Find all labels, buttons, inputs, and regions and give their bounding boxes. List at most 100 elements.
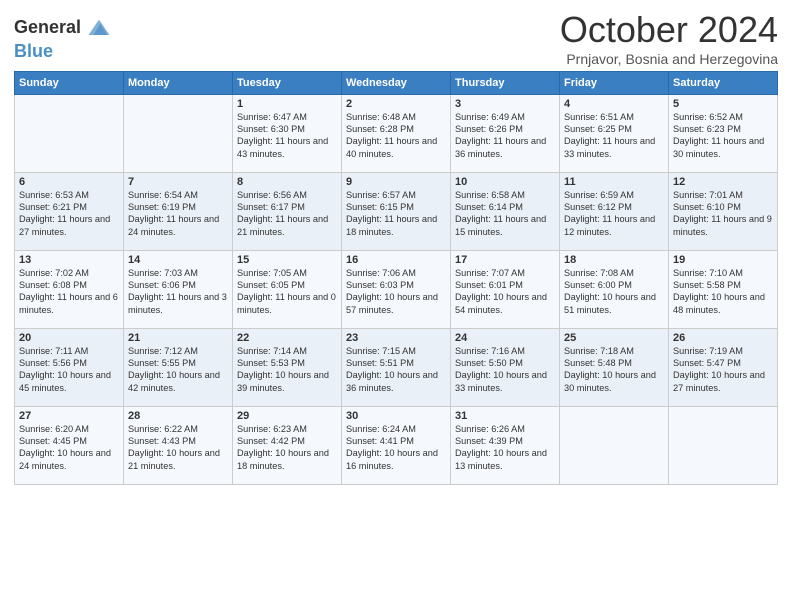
cell-info: Sunrise: 7:12 AMSunset: 5:55 PMDaylight:… bbox=[128, 345, 228, 395]
cell-info: Sunrise: 7:10 AMSunset: 5:58 PMDaylight:… bbox=[673, 267, 773, 317]
day-number: 8 bbox=[237, 176, 337, 188]
calendar-cell: 19Sunrise: 7:10 AMSunset: 5:58 PMDayligh… bbox=[669, 250, 778, 328]
cell-info: Sunrise: 6:52 AMSunset: 6:23 PMDaylight:… bbox=[673, 111, 773, 161]
calendar-cell: 12Sunrise: 7:01 AMSunset: 6:10 PMDayligh… bbox=[669, 172, 778, 250]
day-number: 3 bbox=[455, 98, 555, 110]
calendar-body: 1Sunrise: 6:47 AMSunset: 6:30 PMDaylight… bbox=[15, 94, 778, 484]
calendar-cell: 22Sunrise: 7:14 AMSunset: 5:53 PMDayligh… bbox=[233, 328, 342, 406]
cell-info: Sunrise: 7:11 AMSunset: 5:56 PMDaylight:… bbox=[19, 345, 119, 395]
day-number: 23 bbox=[346, 332, 446, 344]
cell-info: Sunrise: 6:20 AMSunset: 4:45 PMDaylight:… bbox=[19, 423, 119, 473]
calendar-cell: 29Sunrise: 6:23 AMSunset: 4:42 PMDayligh… bbox=[233, 406, 342, 484]
page-container: General Blue October 2024 Prnjavor, Bosn… bbox=[0, 0, 792, 495]
cell-info: Sunrise: 6:51 AMSunset: 6:25 PMDaylight:… bbox=[564, 111, 664, 161]
calendar-cell: 11Sunrise: 6:59 AMSunset: 6:12 PMDayligh… bbox=[560, 172, 669, 250]
day-number: 6 bbox=[19, 176, 119, 188]
col-thursday: Thursday bbox=[451, 71, 560, 94]
day-number: 17 bbox=[455, 254, 555, 266]
calendar-cell: 9Sunrise: 6:57 AMSunset: 6:15 PMDaylight… bbox=[342, 172, 451, 250]
cell-info: Sunrise: 6:22 AMSunset: 4:43 PMDaylight:… bbox=[128, 423, 228, 473]
calendar-cell bbox=[560, 406, 669, 484]
day-number: 11 bbox=[564, 176, 664, 188]
calendar-cell: 23Sunrise: 7:15 AMSunset: 5:51 PMDayligh… bbox=[342, 328, 451, 406]
day-number: 4 bbox=[564, 98, 664, 110]
calendar-cell: 6Sunrise: 6:53 AMSunset: 6:21 PMDaylight… bbox=[15, 172, 124, 250]
cell-info: Sunrise: 7:01 AMSunset: 6:10 PMDaylight:… bbox=[673, 189, 773, 239]
calendar-cell: 3Sunrise: 6:49 AMSunset: 6:26 PMDaylight… bbox=[451, 94, 560, 172]
calendar-cell: 16Sunrise: 7:06 AMSunset: 6:03 PMDayligh… bbox=[342, 250, 451, 328]
calendar-cell: 24Sunrise: 7:16 AMSunset: 5:50 PMDayligh… bbox=[451, 328, 560, 406]
day-number: 12 bbox=[673, 176, 773, 188]
cell-info: Sunrise: 6:58 AMSunset: 6:14 PMDaylight:… bbox=[455, 189, 555, 239]
cell-info: Sunrise: 6:47 AMSunset: 6:30 PMDaylight:… bbox=[237, 111, 337, 161]
cell-info: Sunrise: 7:16 AMSunset: 5:50 PMDaylight:… bbox=[455, 345, 555, 395]
day-number: 1 bbox=[237, 98, 337, 110]
day-number: 10 bbox=[455, 176, 555, 188]
calendar-cell: 14Sunrise: 7:03 AMSunset: 6:06 PMDayligh… bbox=[124, 250, 233, 328]
location-subtitle: Prnjavor, Bosnia and Herzegovina bbox=[560, 51, 778, 67]
day-number: 19 bbox=[673, 254, 773, 266]
calendar-cell: 28Sunrise: 6:22 AMSunset: 4:43 PMDayligh… bbox=[124, 406, 233, 484]
calendar-cell: 20Sunrise: 7:11 AMSunset: 5:56 PMDayligh… bbox=[15, 328, 124, 406]
cell-info: Sunrise: 7:03 AMSunset: 6:06 PMDaylight:… bbox=[128, 267, 228, 317]
cell-info: Sunrise: 6:59 AMSunset: 6:12 PMDaylight:… bbox=[564, 189, 664, 239]
calendar-cell: 26Sunrise: 7:19 AMSunset: 5:47 PMDayligh… bbox=[669, 328, 778, 406]
day-number: 30 bbox=[346, 410, 446, 422]
day-number: 26 bbox=[673, 332, 773, 344]
calendar-cell bbox=[669, 406, 778, 484]
cell-info: Sunrise: 7:19 AMSunset: 5:47 PMDaylight:… bbox=[673, 345, 773, 395]
day-number: 28 bbox=[128, 410, 228, 422]
cell-info: Sunrise: 7:18 AMSunset: 5:48 PMDaylight:… bbox=[564, 345, 664, 395]
calendar-cell: 17Sunrise: 7:07 AMSunset: 6:01 PMDayligh… bbox=[451, 250, 560, 328]
cell-info: Sunrise: 6:54 AMSunset: 6:19 PMDaylight:… bbox=[128, 189, 228, 239]
calendar-cell: 13Sunrise: 7:02 AMSunset: 6:08 PMDayligh… bbox=[15, 250, 124, 328]
col-saturday: Saturday bbox=[669, 71, 778, 94]
col-monday: Monday bbox=[124, 71, 233, 94]
cell-info: Sunrise: 7:06 AMSunset: 6:03 PMDaylight:… bbox=[346, 267, 446, 317]
cell-info: Sunrise: 6:24 AMSunset: 4:41 PMDaylight:… bbox=[346, 423, 446, 473]
logo-icon bbox=[85, 14, 113, 42]
calendar-cell: 10Sunrise: 6:58 AMSunset: 6:14 PMDayligh… bbox=[451, 172, 560, 250]
day-number: 21 bbox=[128, 332, 228, 344]
day-number: 14 bbox=[128, 254, 228, 266]
day-number: 9 bbox=[346, 176, 446, 188]
cell-info: Sunrise: 6:26 AMSunset: 4:39 PMDaylight:… bbox=[455, 423, 555, 473]
calendar-cell: 18Sunrise: 7:08 AMSunset: 6:00 PMDayligh… bbox=[560, 250, 669, 328]
cell-info: Sunrise: 6:57 AMSunset: 6:15 PMDaylight:… bbox=[346, 189, 446, 239]
cell-info: Sunrise: 6:56 AMSunset: 6:17 PMDaylight:… bbox=[237, 189, 337, 239]
week-row-1: 1Sunrise: 6:47 AMSunset: 6:30 PMDaylight… bbox=[15, 94, 778, 172]
logo: General Blue bbox=[14, 14, 113, 62]
col-friday: Friday bbox=[560, 71, 669, 94]
day-number: 13 bbox=[19, 254, 119, 266]
day-number: 5 bbox=[673, 98, 773, 110]
calendar-cell: 15Sunrise: 7:05 AMSunset: 6:05 PMDayligh… bbox=[233, 250, 342, 328]
calendar-cell: 7Sunrise: 6:54 AMSunset: 6:19 PMDaylight… bbox=[124, 172, 233, 250]
title-block: October 2024 Prnjavor, Bosnia and Herzeg… bbox=[560, 10, 778, 67]
calendar-cell: 4Sunrise: 6:51 AMSunset: 6:25 PMDaylight… bbox=[560, 94, 669, 172]
cell-info: Sunrise: 7:08 AMSunset: 6:00 PMDaylight:… bbox=[564, 267, 664, 317]
cell-info: Sunrise: 7:15 AMSunset: 5:51 PMDaylight:… bbox=[346, 345, 446, 395]
cell-info: Sunrise: 6:23 AMSunset: 4:42 PMDaylight:… bbox=[237, 423, 337, 473]
cell-info: Sunrise: 7:02 AMSunset: 6:08 PMDaylight:… bbox=[19, 267, 119, 317]
calendar-table: Sunday Monday Tuesday Wednesday Thursday… bbox=[14, 71, 778, 485]
cell-info: Sunrise: 7:07 AMSunset: 6:01 PMDaylight:… bbox=[455, 267, 555, 317]
cell-info: Sunrise: 7:05 AMSunset: 6:05 PMDaylight:… bbox=[237, 267, 337, 317]
calendar-cell: 5Sunrise: 6:52 AMSunset: 6:23 PMDaylight… bbox=[669, 94, 778, 172]
day-number: 2 bbox=[346, 98, 446, 110]
week-row-2: 6Sunrise: 6:53 AMSunset: 6:21 PMDaylight… bbox=[15, 172, 778, 250]
month-title: October 2024 bbox=[560, 10, 778, 50]
day-number: 27 bbox=[19, 410, 119, 422]
header: General Blue October 2024 Prnjavor, Bosn… bbox=[14, 10, 778, 67]
cell-info: Sunrise: 6:53 AMSunset: 6:21 PMDaylight:… bbox=[19, 189, 119, 239]
calendar-cell: 1Sunrise: 6:47 AMSunset: 6:30 PMDaylight… bbox=[233, 94, 342, 172]
calendar-cell: 27Sunrise: 6:20 AMSunset: 4:45 PMDayligh… bbox=[15, 406, 124, 484]
week-row-5: 27Sunrise: 6:20 AMSunset: 4:45 PMDayligh… bbox=[15, 406, 778, 484]
calendar-cell: 25Sunrise: 7:18 AMSunset: 5:48 PMDayligh… bbox=[560, 328, 669, 406]
day-number: 7 bbox=[128, 176, 228, 188]
calendar-cell: 8Sunrise: 6:56 AMSunset: 6:17 PMDaylight… bbox=[233, 172, 342, 250]
cell-info: Sunrise: 6:49 AMSunset: 6:26 PMDaylight:… bbox=[455, 111, 555, 161]
header-row: Sunday Monday Tuesday Wednesday Thursday… bbox=[15, 71, 778, 94]
calendar-cell: 2Sunrise: 6:48 AMSunset: 6:28 PMDaylight… bbox=[342, 94, 451, 172]
cell-info: Sunrise: 6:48 AMSunset: 6:28 PMDaylight:… bbox=[346, 111, 446, 161]
col-wednesday: Wednesday bbox=[342, 71, 451, 94]
